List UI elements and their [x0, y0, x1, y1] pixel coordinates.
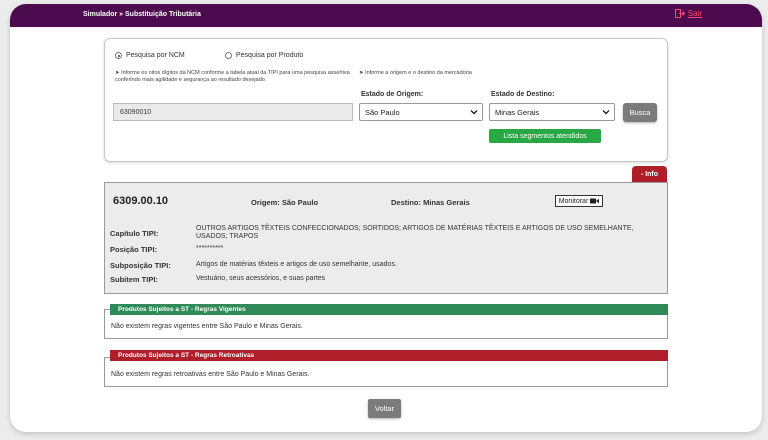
- current-rules-message: Não existem regras vigentes entre São Pa…: [111, 323, 303, 330]
- monitor-label: Monitorar: [558, 197, 589, 205]
- search-button[interactable]: Busca: [623, 103, 657, 122]
- destination-select[interactable]: Minas Gerais: [489, 103, 615, 121]
- retro-rules-message: Não existem regras retroativas entre São…: [111, 371, 310, 378]
- tipi-chapter-row: Capítulo TIPI: OUTROS ARTIGOS TÊXTEIS CO…: [110, 225, 646, 241]
- radio-ncm-label: Pesquisa por NCM: [126, 52, 185, 59]
- radio-product-label: Pesquisa por Produto: [236, 52, 304, 59]
- radio-product[interactable]: Pesquisa por Produto: [225, 52, 303, 59]
- tipi-subitem-row: Subitem TIPI: Vestuário, seus acessórios…: [110, 275, 646, 284]
- destination-select-value: Minas Gerais: [495, 108, 540, 117]
- exit-label: Sair: [687, 9, 702, 18]
- app-window: Simulador » Substituição Tributária Sair…: [10, 4, 762, 432]
- tipi-position-row: Posição TIPI: **********: [110, 245, 646, 254]
- camera-icon: [590, 198, 600, 204]
- search-panel: Pesquisa por NCM Pesquisa por Produto ➤ …: [104, 38, 668, 162]
- radio-ncm[interactable]: Pesquisa por NCM: [115, 52, 185, 59]
- ncm-info-panel: 6309.00.10 Origem: São Paulo Destino: Mi…: [104, 182, 668, 294]
- info-destination: Destino: Minas Gerais: [391, 198, 470, 207]
- tipi-subposition-row: Subposição TIPI: Artigos de matérias têx…: [110, 261, 646, 270]
- exit-icon: [674, 9, 685, 18]
- origin-select[interactable]: São Paulo: [359, 103, 483, 121]
- location-hint: ➤ Informe a origem e o destino da mercad…: [359, 70, 472, 76]
- segments-list-button[interactable]: Lista segmentos atendidos: [489, 129, 601, 143]
- chevron-down-icon: [470, 110, 478, 115]
- exit-link[interactable]: Sair: [674, 9, 702, 18]
- origin-label: Estado de Origem:: [361, 91, 424, 98]
- tipi-subitem-value: Vestuário, seus acessórios, e suas parte…: [196, 275, 326, 282]
- tipi-chapter-value: OUTROS ARTIGOS TÊXTEIS CONFECCIONADOS; S…: [196, 225, 634, 240]
- destination-label: Estado de Destino:: [491, 91, 555, 98]
- monitor-button[interactable]: Monitorar: [555, 195, 603, 207]
- tipi-position-value: **********: [196, 245, 224, 252]
- retro-rules-box: Não existem regras retroativas entre São…: [104, 357, 668, 387]
- info-origin: Origem: São Paulo: [251, 198, 319, 207]
- tipi-position-label: Posição TIPI:: [110, 245, 158, 254]
- info-toggle-tab[interactable]: - Info: [632, 166, 667, 182]
- back-button[interactable]: Voltar: [368, 399, 401, 418]
- breadcrumb: Simulador » Substituição Tributária: [83, 11, 201, 18]
- tipi-subposition-label: Subposição TIPI:: [110, 261, 171, 270]
- ncm-code: 6309.00.10: [113, 195, 169, 207]
- retro-rules-header: Produtos Sujeitos a ST - Regras Retroati…: [110, 350, 668, 361]
- chevron-down-icon: [602, 110, 610, 115]
- radio-ncm-indicator[interactable]: [115, 52, 122, 59]
- radio-product-indicator[interactable]: [225, 52, 232, 59]
- tipi-chapter-label: Capítulo TIPI:: [110, 229, 159, 238]
- ncm-hint: ➤ Informe os oitos dígitos da NCM confor…: [115, 70, 350, 83]
- tipi-subposition-value: Artigos de matérias têxteis e artigos de…: [196, 261, 397, 268]
- top-bar: Simulador » Substituição Tributária Sair: [10, 4, 762, 27]
- current-rules-header: Produtos Sujeitos a ST - Regras Vigentes: [110, 304, 668, 315]
- origin-select-value: São Paulo: [365, 108, 400, 117]
- tipi-subitem-label: Subitem TIPI:: [110, 275, 158, 284]
- ncm-input[interactable]: [113, 103, 353, 121]
